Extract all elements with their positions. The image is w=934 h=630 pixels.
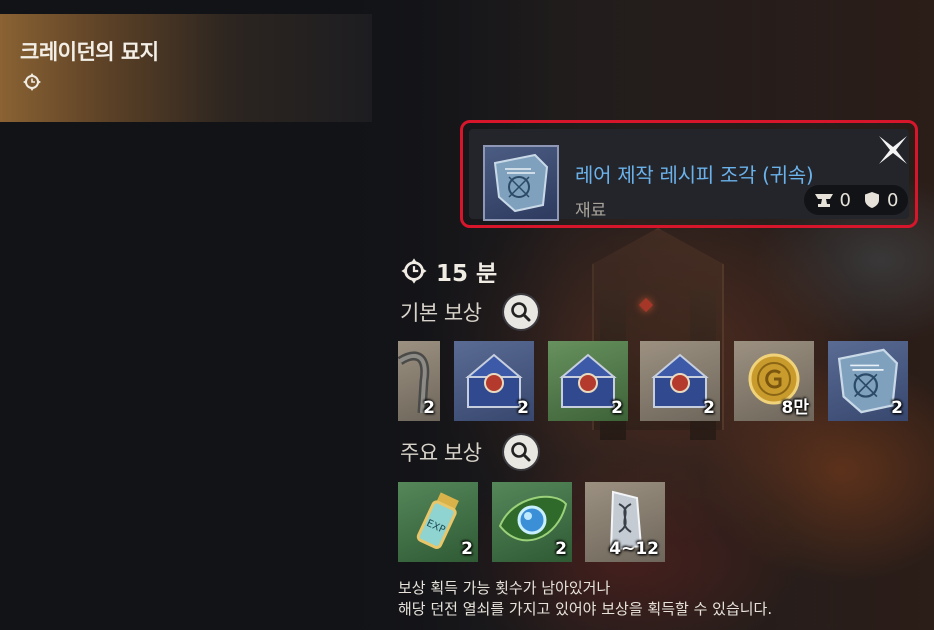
reward-notice-line-1: 보상 획득 가능 횟수가 남아있거나 [398, 579, 611, 597]
reward-count: 2 [517, 398, 529, 418]
shield-count: 0 [887, 189, 899, 211]
clock-pin-icon [23, 73, 41, 91]
close-icon[interactable] [873, 130, 913, 170]
item-name: 레어 제작 레시피 조각 (귀속) [575, 163, 814, 187]
reward-count: 4~12 [609, 539, 659, 559]
clock-pin-icon [401, 258, 427, 284]
main-reward-slot-2[interactable]: 2 [492, 482, 572, 562]
reward-notice-line-2: 해당 던전 열쇠를 가지고 있어야 보상을 획득할 수 있습니다. [398, 600, 773, 618]
basic-reward-slot-2[interactable]: 2 [454, 341, 534, 421]
reward-count: 2 [461, 539, 473, 559]
basic-rewards-label: 기본 보상 [400, 301, 482, 325]
basic-reward-slot-5[interactable]: 8만 [734, 341, 814, 421]
recipe-fragment-icon [483, 145, 559, 221]
basic-rewards-search-button[interactable] [504, 295, 538, 329]
reward-notice: 보상 획득 가능 횟수가 남아있거나 해당 던전 열쇠를 가지고 있어야 보상을… [398, 578, 772, 620]
reward-count: 2 [891, 398, 903, 418]
main-rewards-label: 주요 보상 [400, 441, 482, 465]
search-icon [511, 442, 531, 462]
dungeon-title-banner: 크레이던의 묘지 [0, 14, 372, 122]
anvil-count: 0 [839, 189, 851, 211]
item-stats-pill: 0 0 [804, 185, 908, 215]
reward-count: 2 [703, 398, 715, 418]
time-value: 15 분 [436, 261, 498, 287]
basic-reward-slot-6[interactable]: 2 [828, 341, 908, 421]
reward-count: 2 [611, 398, 623, 418]
reward-count: 8만 [781, 398, 809, 418]
anvil-icon [814, 194, 833, 207]
basic-reward-slot-4[interactable]: 2 [640, 341, 720, 421]
reward-count: 2 [423, 398, 435, 418]
main-rewards-search-button[interactable] [504, 435, 538, 469]
item-type: 재료 [575, 201, 607, 221]
shield-icon [865, 192, 879, 208]
main-reward-slot-3[interactable]: 4~12 [585, 482, 665, 562]
basic-reward-slot-1[interactable]: 2 [398, 341, 440, 421]
main-reward-slot-1[interactable]: EXP 2 [398, 482, 478, 562]
search-icon [511, 302, 531, 322]
time-limit: 15 분 [400, 254, 497, 288]
basic-reward-slot-3[interactable]: 2 [548, 341, 628, 421]
dungeon-title: 크레이던의 묘지 [20, 40, 159, 64]
reward-count: 2 [555, 539, 567, 559]
